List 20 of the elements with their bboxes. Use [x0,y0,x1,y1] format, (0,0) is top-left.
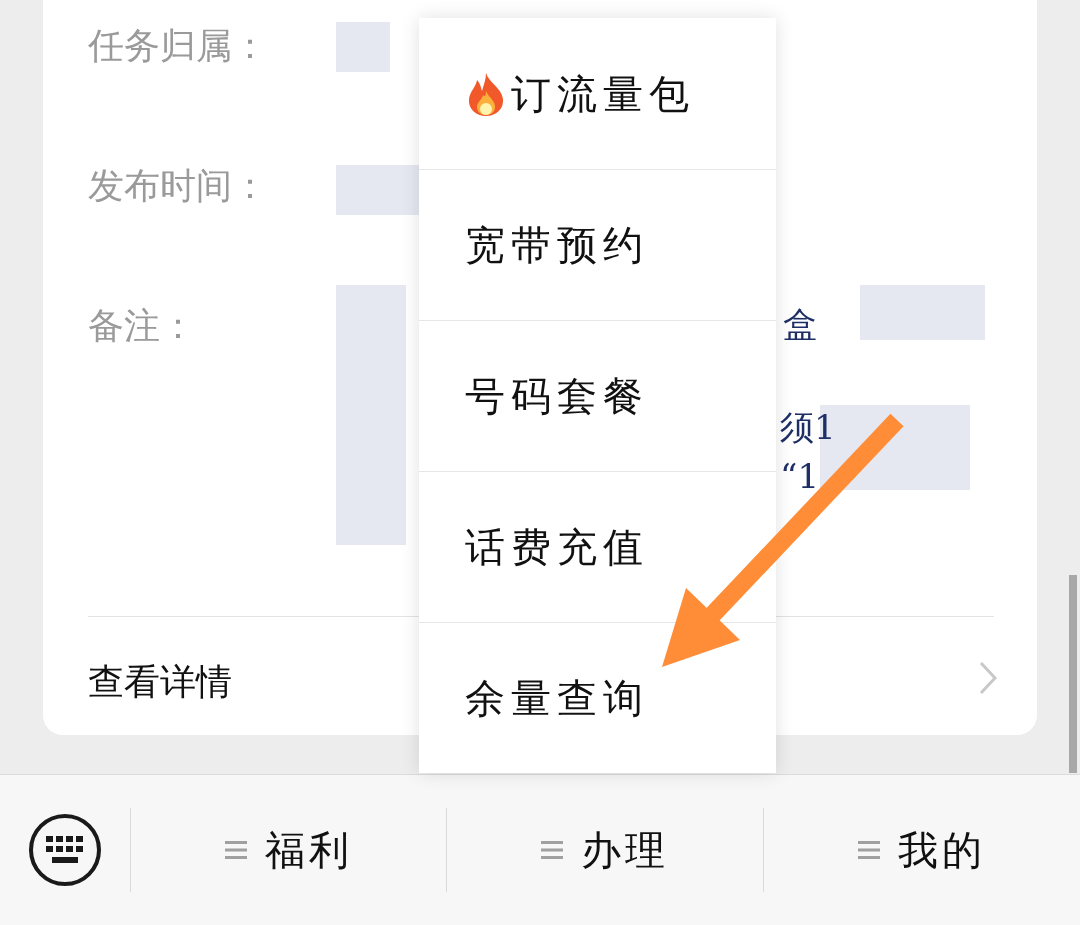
menu-icon [225,840,247,860]
menu-icon [858,840,880,860]
keyboard-button[interactable] [28,813,102,887]
note-text-fragment: “1 [780,455,819,498]
popup-menu-item[interactable]: 宽带预约 [419,169,776,320]
menu-icon [541,840,563,860]
field-label: 备注： [88,304,196,348]
pixelated-redaction [336,22,390,72]
popup-menu-item[interactable]: 订流量包 [419,18,776,169]
note-text-fragment: 须1 [780,406,836,449]
popup-menu-item[interactable]: 号码套餐 [419,320,776,471]
field-label: 任务归属： [88,24,268,68]
note-text-fragment: 盒 [783,303,817,346]
bottom-menu-item[interactable]: 福利 [131,808,447,892]
view-details-link[interactable]: 查看详情 [88,654,232,710]
field-label: 发布时间： [88,164,268,208]
chevron-right-icon [978,660,998,696]
bottom-menu-item[interactable]: 办理 [447,808,763,892]
bottom-menu-item[interactable]: 我的 [764,808,1080,892]
keyboard-icon [28,813,102,887]
